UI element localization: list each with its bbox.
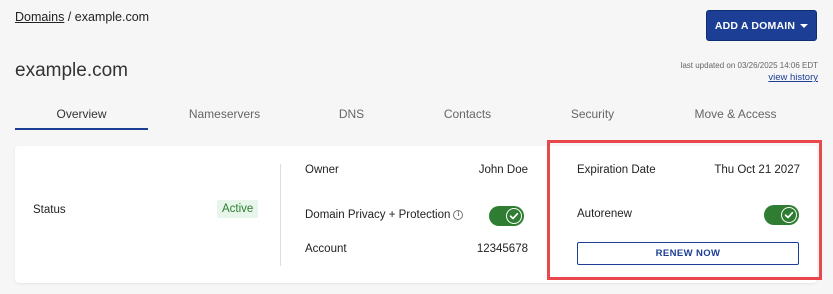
last-updated: last updated on 03/26/2025 14:06 EDT vie…: [681, 60, 818, 83]
expiration-label: Expiration Date: [577, 164, 656, 176]
breadcrumb-link-domains[interactable]: Domains: [15, 10, 64, 24]
tab-overview[interactable]: Overview: [15, 100, 148, 130]
owner-value: John Doe: [478, 164, 528, 176]
breadcrumb: Domains / example.com: [15, 10, 149, 24]
card-divider: [280, 164, 281, 266]
breadcrumb-separator: /: [64, 10, 75, 24]
tab-dns[interactable]: DNS: [285, 100, 418, 130]
account-value: 12345678: [476, 243, 528, 255]
tab-security[interactable]: Security: [526, 100, 659, 130]
status-label: Status: [33, 204, 66, 216]
page-title: example.com: [15, 60, 128, 81]
tab-move-access[interactable]: Move & Access: [669, 100, 802, 130]
privacy-label-text: Domain Privacy + Protection: [305, 209, 451, 221]
owner-label: Owner: [305, 164, 339, 176]
check-icon: [506, 208, 522, 224]
status-badge: Active: [217, 200, 259, 218]
privacy-toggle[interactable]: [489, 206, 524, 226]
info-icon[interactable]: i: [453, 209, 464, 220]
tab-nameservers[interactable]: Nameservers: [158, 100, 291, 130]
last-updated-text: last updated on 03/26/2025 14:06 EDT: [680, 61, 818, 70]
breadcrumb-current: example.com: [74, 10, 150, 24]
check-icon: [781, 207, 797, 223]
caret-down-icon: [800, 24, 809, 28]
add-domain-label: ADD A DOMAIN: [714, 19, 796, 32]
domain-overview-card: Status Active Owner John Doe Domain Priv…: [15, 146, 817, 283]
view-history-link[interactable]: view history: [768, 72, 818, 83]
autorenew-toggle[interactable]: [764, 205, 799, 225]
privacy-label: Domain Privacy + Protection i: [305, 209, 464, 221]
expiration-value: Thu Oct 21 2027: [714, 164, 800, 176]
renew-now-button[interactable]: RENEW NOW: [577, 242, 799, 265]
tab-bar: Overview Nameservers DNS Contacts Securi…: [15, 100, 817, 130]
autorenew-label: Autorenew: [577, 208, 632, 220]
add-domain-button[interactable]: ADD A DOMAIN: [706, 10, 817, 41]
tab-contacts[interactable]: Contacts: [401, 100, 534, 130]
account-label: Account: [305, 243, 347, 255]
